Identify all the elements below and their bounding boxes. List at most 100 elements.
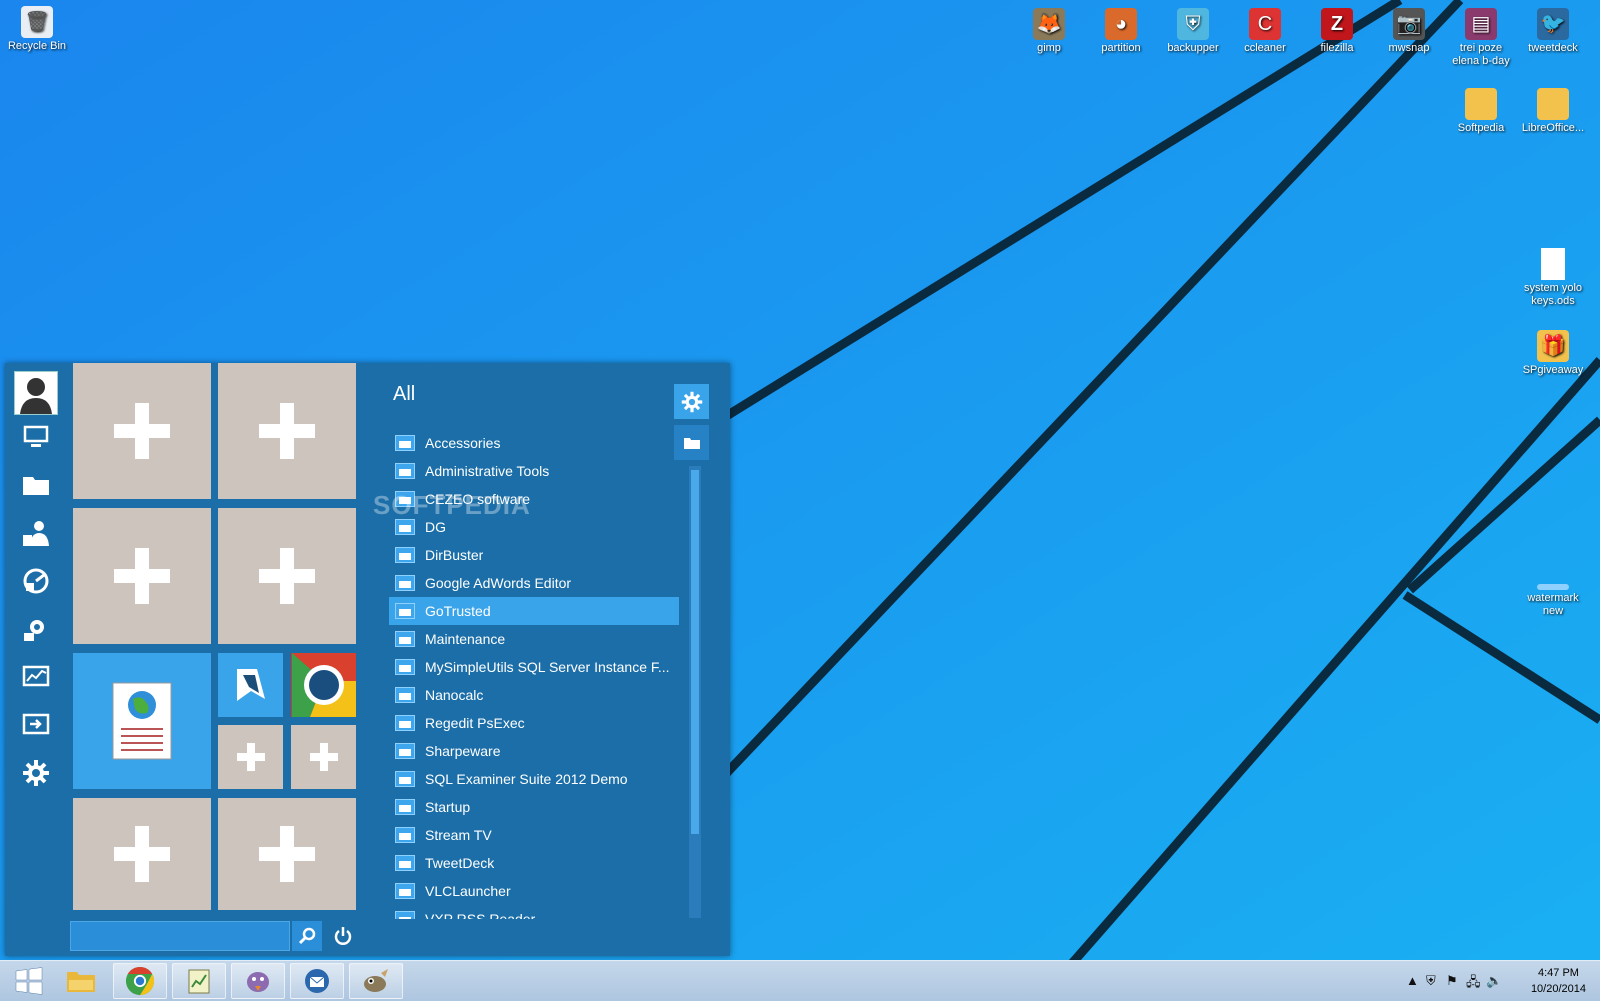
flag-icon[interactable]: ⚑: [1446, 973, 1458, 989]
empty-tile-5[interactable]: [73, 798, 211, 910]
list-item[interactable]: VLCLauncher: [389, 877, 679, 905]
list-item[interactable]: SQL Examiner Suite 2012 Demo: [389, 765, 679, 793]
chrome-tile[interactable]: [291, 653, 356, 717]
list-item[interactable]: Stream TV: [389, 821, 679, 849]
gift-icon: 🎁: [1537, 330, 1569, 362]
app-tile-1[interactable]: [218, 653, 283, 717]
shield-icon[interactable]: ⛨: [1426, 973, 1436, 989]
desktop-icon-system-keys[interactable]: system yolo keys.ods: [1518, 248, 1588, 308]
list-item[interactable]: Accessories: [389, 429, 679, 457]
documents-folder-icon[interactable]: [20, 469, 52, 501]
run-icon[interactable]: [20, 709, 52, 741]
list-item[interactable]: Nanocalc: [389, 681, 679, 709]
computer-icon[interactable]: [20, 421, 52, 453]
empty-small-tile-1[interactable]: [218, 725, 283, 789]
power-button[interactable]: [328, 921, 358, 951]
chrome-icon: [125, 966, 155, 996]
power-icon: [334, 927, 352, 945]
scrollbar-thumb[interactable]: [691, 470, 699, 834]
folder-icon: [395, 799, 415, 815]
list-item[interactable]: MySimpleUtils SQL Server Instance F...: [389, 653, 679, 681]
list-item[interactable]: VXP RSS Reader: [389, 905, 679, 919]
list-item-selected[interactable]: GoTrusted: [389, 597, 679, 625]
notepad-icon: [188, 969, 210, 994]
volume-icon[interactable]: 🔈: [1486, 973, 1502, 989]
list-item[interactable]: Google AdWords Editor: [389, 569, 679, 597]
search-input[interactable]: [70, 921, 290, 951]
search-button[interactable]: [292, 921, 322, 951]
list-item[interactable]: Regedit PsExec: [389, 709, 679, 737]
desktop-icon-ccleaner[interactable]: C ccleaner: [1230, 8, 1300, 55]
taskbar: ▲ ⛨ ⚑ 🖧 🔈 4:47 PM 10/20/2014: [0, 960, 1600, 1001]
desktop-icon-trei-poze[interactable]: ▤ trei poze elena b-day: [1446, 8, 1516, 68]
taskbar-chrome[interactable]: [113, 963, 167, 999]
tray-expand-icon[interactable]: ▲: [1406, 973, 1419, 988]
empty-tile-1[interactable]: [73, 363, 211, 499]
network-icon[interactable]: 🖧: [1466, 973, 1481, 995]
empty-tile-3[interactable]: [73, 508, 211, 644]
desktop-icon-filezilla[interactable]: Z filezilla: [1302, 8, 1372, 55]
performance-chart-icon[interactable]: [20, 661, 52, 693]
recycle-bin-icon[interactable]: 🗑 Recycle Bin: [2, 6, 72, 53]
windows-logo-icon: [15, 967, 43, 995]
list-item[interactable]: Maintenance: [389, 625, 679, 653]
taskbar-notepad[interactable]: [172, 963, 226, 999]
desktop-icon-libreoffice[interactable]: LibreOffice...: [1518, 88, 1588, 135]
folder-icon: [395, 687, 415, 703]
user-avatar[interactable]: [14, 371, 58, 415]
watermark-icon: [1537, 584, 1569, 590]
taskbar-pidgin[interactable]: [231, 963, 285, 999]
list-item[interactable]: TweetDeck: [389, 849, 679, 877]
desktop-icon-partition[interactable]: ◕ partition: [1086, 8, 1156, 55]
desktop-icon-gimp[interactable]: 🦊 gimp: [1014, 8, 1084, 55]
add-icon: [259, 826, 315, 882]
start-menu-rail: [5, 363, 67, 956]
desktop-icon-softpedia[interactable]: Softpedia: [1446, 88, 1516, 135]
taskbar-thunderbird[interactable]: [290, 963, 344, 999]
folder-icon: [1537, 88, 1569, 120]
program-list-scrollbar[interactable]: [689, 466, 701, 918]
web-document-tile[interactable]: [73, 653, 211, 789]
add-icon: [114, 403, 170, 459]
all-programs-heading: All: [393, 383, 416, 405]
list-item[interactable]: DirBuster: [389, 541, 679, 569]
add-icon: [114, 826, 170, 882]
clock-date: 10/20/2014: [1530, 983, 1586, 995]
users-icon[interactable]: [20, 517, 52, 549]
start-button[interactable]: [2, 963, 56, 999]
folder-view-button[interactable]: [674, 425, 709, 460]
trash-icon: 🗑: [21, 6, 53, 38]
folder-icon: [395, 659, 415, 675]
desktop-icon-watermark[interactable]: watermark new: [1518, 584, 1588, 618]
empty-tile-4[interactable]: [218, 508, 356, 644]
add-icon: [236, 743, 265, 771]
gimp-icon: [364, 969, 388, 992]
desktop-icon-backupper[interactable]: ⛨ backupper: [1158, 8, 1228, 55]
control-panel-icon[interactable]: [20, 565, 52, 597]
softpedia-watermark: SOFTPEDIA: [373, 490, 531, 520]
list-item[interactable]: Sharpeware: [389, 737, 679, 765]
taskbar-gimp[interactable]: [349, 963, 403, 999]
list-item[interactable]: Startup: [389, 793, 679, 821]
archive-icon: ▤: [1465, 8, 1497, 40]
gear-icon[interactable]: [20, 757, 52, 789]
folder-icon: [395, 463, 415, 479]
system-clock[interactable]: 4:47 PM 10/20/2014: [1531, 965, 1586, 997]
add-icon: [114, 548, 170, 604]
folder-icon: [395, 911, 415, 919]
partition-icon: ◕: [1105, 8, 1137, 40]
empty-tile-6[interactable]: [218, 798, 356, 910]
desktop-icon-spgiveaway[interactable]: 🎁 SPgiveaway: [1518, 330, 1588, 377]
user-icon: [20, 378, 52, 414]
list-item[interactable]: Administrative Tools: [389, 457, 679, 485]
folder-icon: [395, 715, 415, 731]
taskbar-file-explorer[interactable]: [54, 963, 108, 999]
desktop-icon-mwsnap[interactable]: 📷 mwsnap: [1374, 8, 1444, 55]
empty-small-tile-2[interactable]: [291, 725, 356, 789]
empty-tile-2[interactable]: [218, 363, 356, 499]
folder-icon: [395, 883, 415, 899]
thunderbird-icon: [305, 969, 329, 993]
settings-tools-icon[interactable]: [20, 613, 52, 645]
options-button[interactable]: [674, 384, 709, 419]
desktop-icon-tweetdeck[interactable]: 🐦 tweetdeck: [1518, 8, 1588, 55]
